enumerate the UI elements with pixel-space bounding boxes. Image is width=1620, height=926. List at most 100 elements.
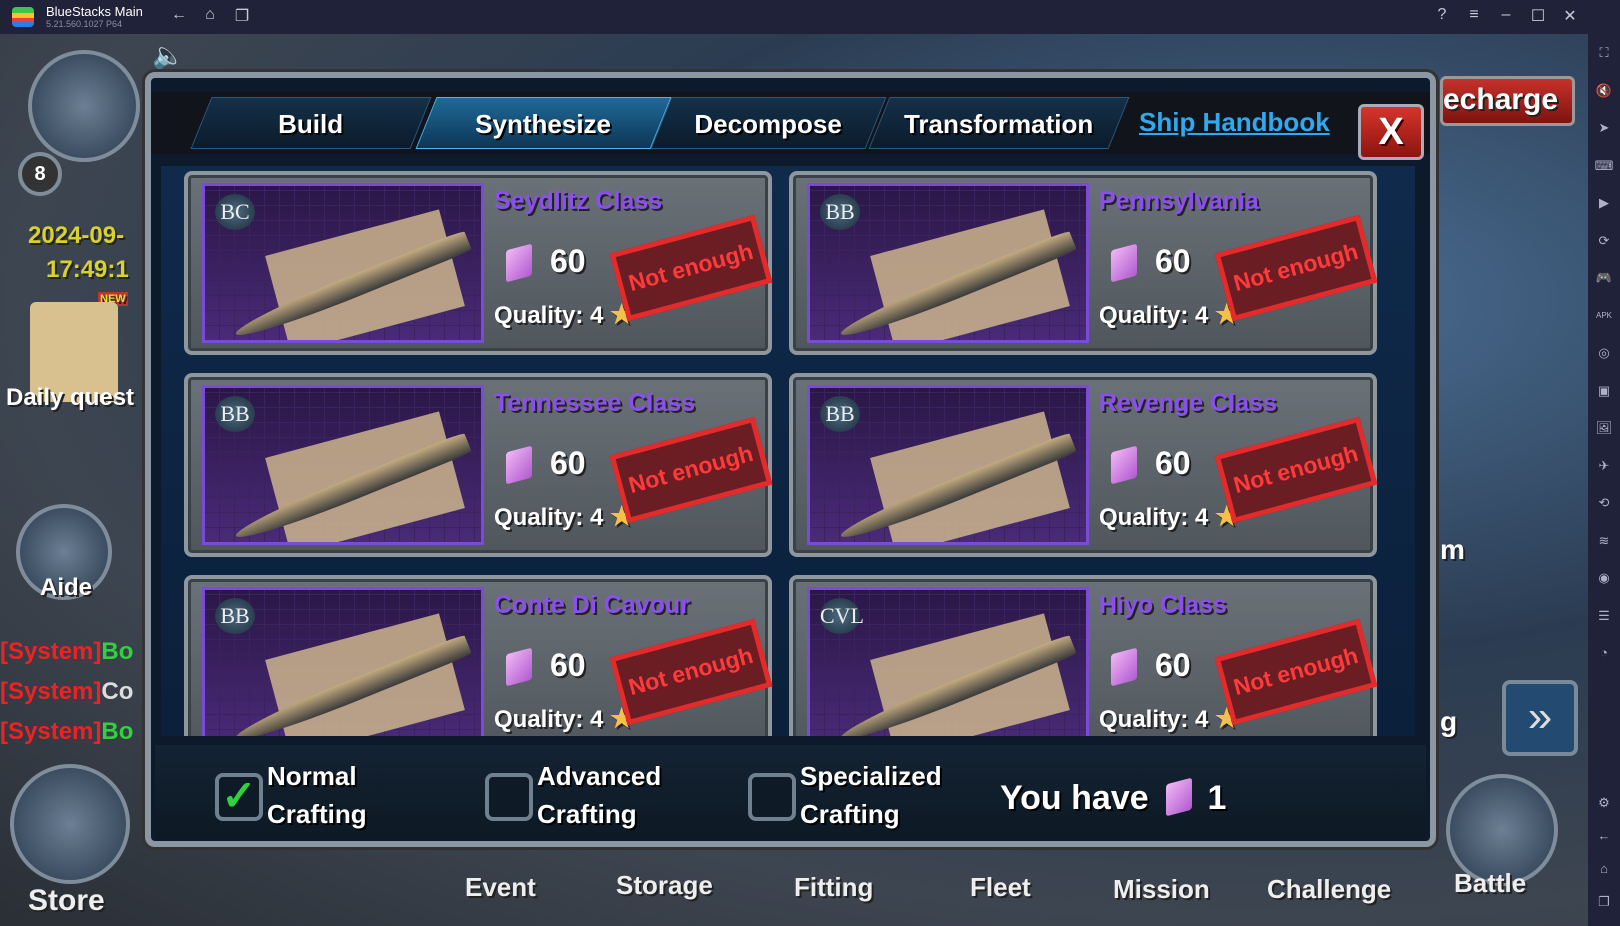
screenshot-icon[interactable]: ◎ <box>1594 344 1614 362</box>
blueprint-gem-icon <box>1111 647 1137 687</box>
back-icon[interactable]: ← <box>168 6 190 24</box>
install-apk-icon[interactable]: APK <box>1594 307 1614 325</box>
tab-transformation[interactable]: Transformation <box>868 97 1130 149</box>
ship-type-badge: BC <box>215 194 255 230</box>
blueprint-cost: 60 <box>1155 445 1191 481</box>
ship-handbook-link[interactable]: Ship Handbook <box>1139 107 1330 138</box>
media-folder-icon[interactable]: 🖼 <box>1594 419 1614 437</box>
nav-fleet[interactable]: Fleet <box>970 872 1031 903</box>
blueprint-gem-icon <box>506 647 532 687</box>
blueprint-gem-icon <box>1111 243 1137 283</box>
multi-instance-icon[interactable]: ❐ <box>231 6 253 26</box>
sound-icon[interactable]: 🔈 <box>152 40 184 71</box>
settings-icon[interactable]: ⚙ <box>1594 794 1614 812</box>
advanced-crafting-checkbox[interactable] <box>485 773 533 821</box>
ship-name: Pennsylvania <box>1099 187 1259 215</box>
nav-battle[interactable]: Battle <box>1454 868 1526 899</box>
tab-synthesize[interactable]: Synthesize <box>415 97 672 149</box>
app-title: BlueStacks Main <box>46 4 143 19</box>
nav-fitting[interactable]: Fitting <box>794 872 873 903</box>
back-icon[interactable]: ← <box>1594 827 1614 845</box>
expand-arrows-icon[interactable]: » <box>1502 680 1578 756</box>
daily-quest-label[interactable]: Daily quest <box>6 384 134 412</box>
ship-image: BB <box>807 183 1089 343</box>
volume-icon[interactable]: 🔇 <box>1594 82 1614 100</box>
recharge-button[interactable]: echarge <box>1440 76 1575 126</box>
ship-card[interactable]: CVL Hiyo Class 60 Quality: 4 ★ Not enoug… <box>789 575 1378 736</box>
keyboard-icon[interactable]: ⌨ <box>1594 157 1614 175</box>
ship-list[interactable]: BC Seydlitz Class 60 Quality: 4 ★ Not en… <box>161 166 1415 736</box>
bluestacks-sidebar: ⛶ 🔇 ➤ ⌨ ▶ ⟳ 🎮 APK ◎ ▣ 🖼 ✈ ⟲ ≋ ◉ ☰ ◔ ⚙ ← ⌂ ❐ <box>1588 34 1620 926</box>
shake-icon[interactable]: ≋ <box>1594 532 1614 550</box>
chat-line: [System]Co <box>0 678 134 705</box>
pointer-icon[interactable]: ➤ <box>1594 119 1614 137</box>
ship-name: Seydlitz Class <box>494 187 663 215</box>
normal-crafting-label[interactable]: Normal Crafting <box>267 757 367 833</box>
fullscreen-icon[interactable]: ⛶ <box>1594 44 1614 62</box>
chat-panel[interactable]: [System]Bo [System]Co [System]Bo <box>0 632 140 752</box>
ship-card[interactable]: BB Conte Di Cavour 60 Quality: 4 ★ Not e… <box>184 575 773 736</box>
ship-quality: Quality: 4 ★ <box>1099 703 1239 733</box>
commander-avatar[interactable] <box>28 50 140 162</box>
advanced-crafting-label[interactable]: Advanced Crafting <box>537 757 661 833</box>
nav-storage[interactable]: Storage <box>616 870 713 901</box>
ship-image: BB <box>202 587 484 736</box>
ship-quality: Quality: 4 ★ <box>494 299 634 329</box>
tab-bar: Build Synthesize Decompose Transformatio… <box>151 92 1430 160</box>
nav-store[interactable]: Store <box>28 884 105 918</box>
macro-icon[interactable]: ▶ <box>1594 194 1614 212</box>
help-icon[interactable]: ? <box>1431 6 1453 24</box>
rotate-icon[interactable]: ⟲ <box>1594 494 1614 512</box>
app-version: 5.21.560.1027 P64 <box>46 19 123 29</box>
specialized-crafting-checkbox[interactable] <box>748 773 796 821</box>
home-icon[interactable]: ⌂ <box>1594 860 1614 878</box>
nav-event[interactable]: Event <box>465 872 536 903</box>
ship-card[interactable]: BB Pennsylvania 60 Quality: 4 ★ Not enou… <box>789 171 1378 355</box>
store-icon[interactable] <box>10 764 130 884</box>
blueprint-gem-icon <box>506 243 532 283</box>
specialized-crafting-label[interactable]: Specialized Crafting <box>800 757 942 833</box>
title-bar: BlueStacks Main 5.21.560.1027 P64 ← ⌂ ❐ … <box>0 0 1620 34</box>
close-dialog-button[interactable]: X <box>1358 104 1424 160</box>
blueprint-cost: 60 <box>1155 647 1191 683</box>
ship-quality: Quality: 4 ★ <box>1099 501 1239 531</box>
aide-label[interactable]: Aide <box>40 574 92 602</box>
ship-image: BC <box>202 183 484 343</box>
ship-name: Tennessee Class <box>494 389 696 417</box>
close-icon[interactable]: ✕ <box>1559 6 1581 26</box>
layers-icon[interactable]: ☰ <box>1594 607 1614 625</box>
blueprint-gem-icon <box>1166 777 1193 817</box>
normal-crafting-checkbox[interactable]: ✓ <box>215 773 263 821</box>
ship-quality: Quality: 4 ★ <box>1099 299 1239 329</box>
partial-label: g <box>1440 706 1458 737</box>
airplane-icon[interactable]: ✈ <box>1594 457 1614 475</box>
ship-card[interactable]: BB Revenge Class 60 Quality: 4 ★ Not eno… <box>789 373 1378 557</box>
menu-icon[interactable]: ≡ <box>1463 6 1485 24</box>
time-text: 17:49:1 <box>46 256 129 283</box>
nav-challenge[interactable]: Challenge <box>1267 874 1391 905</box>
ship-card[interactable]: BB Tennessee Class 60 Quality: 4 ★ Not e… <box>184 373 773 557</box>
eco-mode-icon[interactable]: ◔ <box>1594 644 1614 662</box>
record-icon[interactable]: ▣ <box>1594 382 1614 400</box>
chat-line: [System]Bo <box>0 718 134 745</box>
location-icon[interactable]: ◉ <box>1594 569 1614 587</box>
checkmark-icon: ✓ <box>221 772 257 819</box>
recent-apps-icon[interactable]: ❐ <box>1594 893 1614 911</box>
ship-card[interactable]: BC Seydlitz Class 60 Quality: 4 ★ Not en… <box>184 171 773 355</box>
tab-decompose[interactable]: Decompose <box>650 97 887 149</box>
sync-icon[interactable]: ⟳ <box>1594 232 1614 250</box>
ship-image: BB <box>807 385 1089 545</box>
tab-build[interactable]: Build <box>190 97 432 149</box>
home-icon[interactable]: ⌂ <box>199 6 221 24</box>
chat-line: [System]Bo <box>0 638 134 665</box>
nav-mission[interactable]: Mission <box>1113 874 1210 905</box>
controls-icon[interactable]: 🎮 <box>1594 269 1614 287</box>
ship-type-badge: BB <box>215 396 255 432</box>
blueprint-cost: 60 <box>1155 243 1191 279</box>
ship-type-badge: BB <box>820 396 860 432</box>
maximize-icon[interactable]: ☐ <box>1527 6 1549 26</box>
not-enough-stamp: Not enough <box>609 416 773 524</box>
game-viewport[interactable]: 8 2024-09- 17:49:1 NEW Daily quest Aide … <box>0 34 1588 926</box>
minimize-icon[interactable]: – <box>1495 6 1517 24</box>
not-enough-stamp: Not enough <box>609 214 773 322</box>
